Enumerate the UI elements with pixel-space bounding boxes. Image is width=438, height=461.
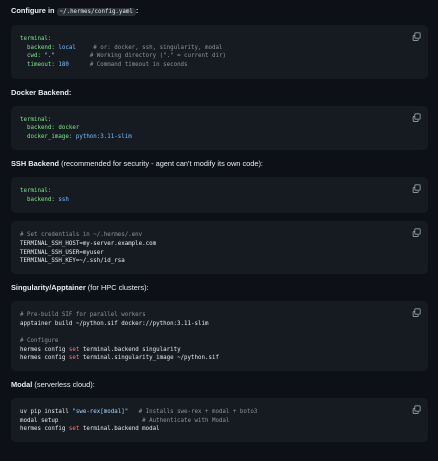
ssh-heading-rest: (recommended for security - agent can't … xyxy=(59,158,263,168)
code-line: hermes config set terminal.backend modal xyxy=(20,425,419,434)
code-token: # Pre-build SIF for parallel workers xyxy=(20,311,146,318)
code-line: TERMINAL_SSH_USER=myuser xyxy=(20,249,419,258)
code-line: terminal: xyxy=(20,116,419,125)
code-block-ssh-config: terminal: backend: ssh xyxy=(11,176,428,214)
code-token: # or: docker, ssh, singularity, modal xyxy=(75,44,223,51)
code-block-ssh-env: # Set credentials in ~/.hermes/.env TERMI… xyxy=(11,221,428,274)
code-token: docker xyxy=(58,125,80,132)
code-block-docker: terminal: backend: docker docker_image: … xyxy=(11,105,428,150)
code-token: python:3.11-slim xyxy=(75,134,132,141)
code-token: "swe-rex[modal]" xyxy=(72,409,129,416)
docker-heading-text: Docker Backend: xyxy=(11,87,72,97)
code-token: docker_image: xyxy=(20,134,76,141)
code-line: TERMINAL_SSH_KEY=~/.ssh/id_rsa xyxy=(20,257,419,266)
config-path-inline-code: ~/.hermes/config.yaml xyxy=(56,8,136,16)
copy-icon-glyph xyxy=(412,228,421,238)
code-line: cwd: "." # Working directory ("." = curr… xyxy=(20,52,419,61)
code-line: hermes config set terminal.singularity_i… xyxy=(20,354,419,363)
copy-icon-glyph xyxy=(412,405,421,414)
config-intro: Configure in ~/.hermes/config.yaml: xyxy=(11,6,428,17)
code-line: terminal: xyxy=(20,187,419,196)
code-token: timeout: xyxy=(20,62,59,69)
docs-page: Configure in ~/.hermes/config.yaml: term… xyxy=(0,0,438,443)
code-line: terminal: xyxy=(20,35,419,44)
code-token: set xyxy=(68,355,80,362)
code-token: set xyxy=(68,426,80,433)
code-token: uv pip install xyxy=(20,409,73,416)
code-token: 180 xyxy=(58,62,69,69)
copy-icon[interactable] xyxy=(412,113,421,122)
code-line: uv pip install "swe-rex[modal]" # Instal… xyxy=(20,408,419,417)
code-token: # Command timeout in seconds xyxy=(68,62,188,69)
code-line: modal setup # Authenticate with Modal xyxy=(20,417,419,426)
code-block-singularity: # Pre-build SIF for parallel workers appt… xyxy=(11,300,428,372)
code-token: hermes config xyxy=(20,355,69,362)
code-token: modal setup xyxy=(20,417,59,424)
code-line: # Configure xyxy=(20,337,419,346)
code-line: timeout: 180 # Command timeout in second… xyxy=(20,61,419,70)
code-block-modal: uv pip install "swe-rex[modal]" # Instal… xyxy=(11,398,428,443)
code-line: TERMINAL_SSH_HOST=my-server.example.com xyxy=(20,240,419,249)
code-line: docker_image: python:3.11-slim xyxy=(20,133,419,142)
copy-icon[interactable] xyxy=(412,405,421,414)
modal-heading-bold: Modal xyxy=(11,380,33,390)
code-token: # Working directory ("." = current dir) xyxy=(54,53,226,60)
code-token: TERMINAL_SSH_KEY=~/.ssh/id_rsa xyxy=(20,258,125,265)
code-token: terminal.backend modal xyxy=(79,426,160,433)
code-line: backend: local # or: docker, ssh, singul… xyxy=(20,44,419,53)
ssh-heading: SSH Backend (recommended for security - … xyxy=(11,159,428,169)
code-token: cwd: xyxy=(20,53,45,60)
code-token: TERMINAL_SSH_USER=myuser xyxy=(20,249,104,256)
code-token: set xyxy=(68,346,80,353)
code-token: backend: xyxy=(20,125,59,132)
copy-icon[interactable] xyxy=(412,228,421,238)
code-token: # Installs swe-rex + modal + boto3 xyxy=(128,409,258,416)
docker-heading: Docker Backend: xyxy=(11,88,428,98)
copy-icon[interactable] xyxy=(412,32,421,41)
code-line: # Pre-build SIF for parallel workers xyxy=(20,311,419,320)
ssh-heading-bold: SSH Backend xyxy=(11,158,60,168)
copy-icon[interactable] xyxy=(412,184,421,193)
code-token: terminal.singularity_image ~/python.sif xyxy=(79,355,219,362)
code-token: backend: xyxy=(20,44,59,51)
code-token: hermes config xyxy=(20,346,69,353)
code-line: backend: ssh xyxy=(20,196,419,205)
code-token: local xyxy=(58,44,76,51)
code-token: TERMINAL_SSH_HOST=my-server.example.com xyxy=(20,240,157,247)
singularity-heading-rest: (for HPC clusters): xyxy=(85,282,149,292)
code-token: # Authenticate with Modal xyxy=(58,417,230,424)
copy-icon-glyph xyxy=(412,113,421,122)
code-token: hermes config xyxy=(20,426,69,433)
code-token: backend: xyxy=(20,196,59,203)
config-intro-text: Configure in xyxy=(11,6,55,15)
singularity-heading-bold: Singularity/Apptainer xyxy=(11,282,86,292)
code-token: "." xyxy=(44,53,55,60)
code-line: hermes config set terminal.backend singu… xyxy=(20,346,419,355)
copy-icon[interactable] xyxy=(412,308,421,317)
code-line: backend: docker xyxy=(20,124,419,133)
copy-icon-glyph xyxy=(412,308,421,317)
code-token: ssh xyxy=(58,196,69,203)
modal-heading-rest: (serverless cloud): xyxy=(32,380,95,390)
code-token: # Configure xyxy=(20,338,59,344)
code-line: # Set credentials in ~/.hermes/.env xyxy=(20,231,419,240)
code-token: apptainer build ~/python.sif docker://py… xyxy=(20,320,209,327)
code-line: apptainer build ~/python.sif docker://py… xyxy=(20,320,419,329)
singularity-heading: Singularity/Apptainer (for HPC clusters)… xyxy=(11,283,428,293)
config-intro-suffix: : xyxy=(135,6,139,15)
copy-icon-glyph xyxy=(412,184,421,193)
code-token: terminal: xyxy=(20,187,52,194)
modal-heading: Modal (serverless cloud): xyxy=(11,380,428,390)
code-token: terminal: xyxy=(20,36,52,42)
code-block-terminal-config: terminal: backend: local # or: docker, s… xyxy=(11,25,428,79)
code-token: terminal.backend singularity xyxy=(79,346,181,353)
copy-icon-glyph xyxy=(412,32,421,41)
code-token: terminal: xyxy=(20,116,52,123)
code-token: # Set credentials in ~/.hermes/.env xyxy=(20,232,143,239)
